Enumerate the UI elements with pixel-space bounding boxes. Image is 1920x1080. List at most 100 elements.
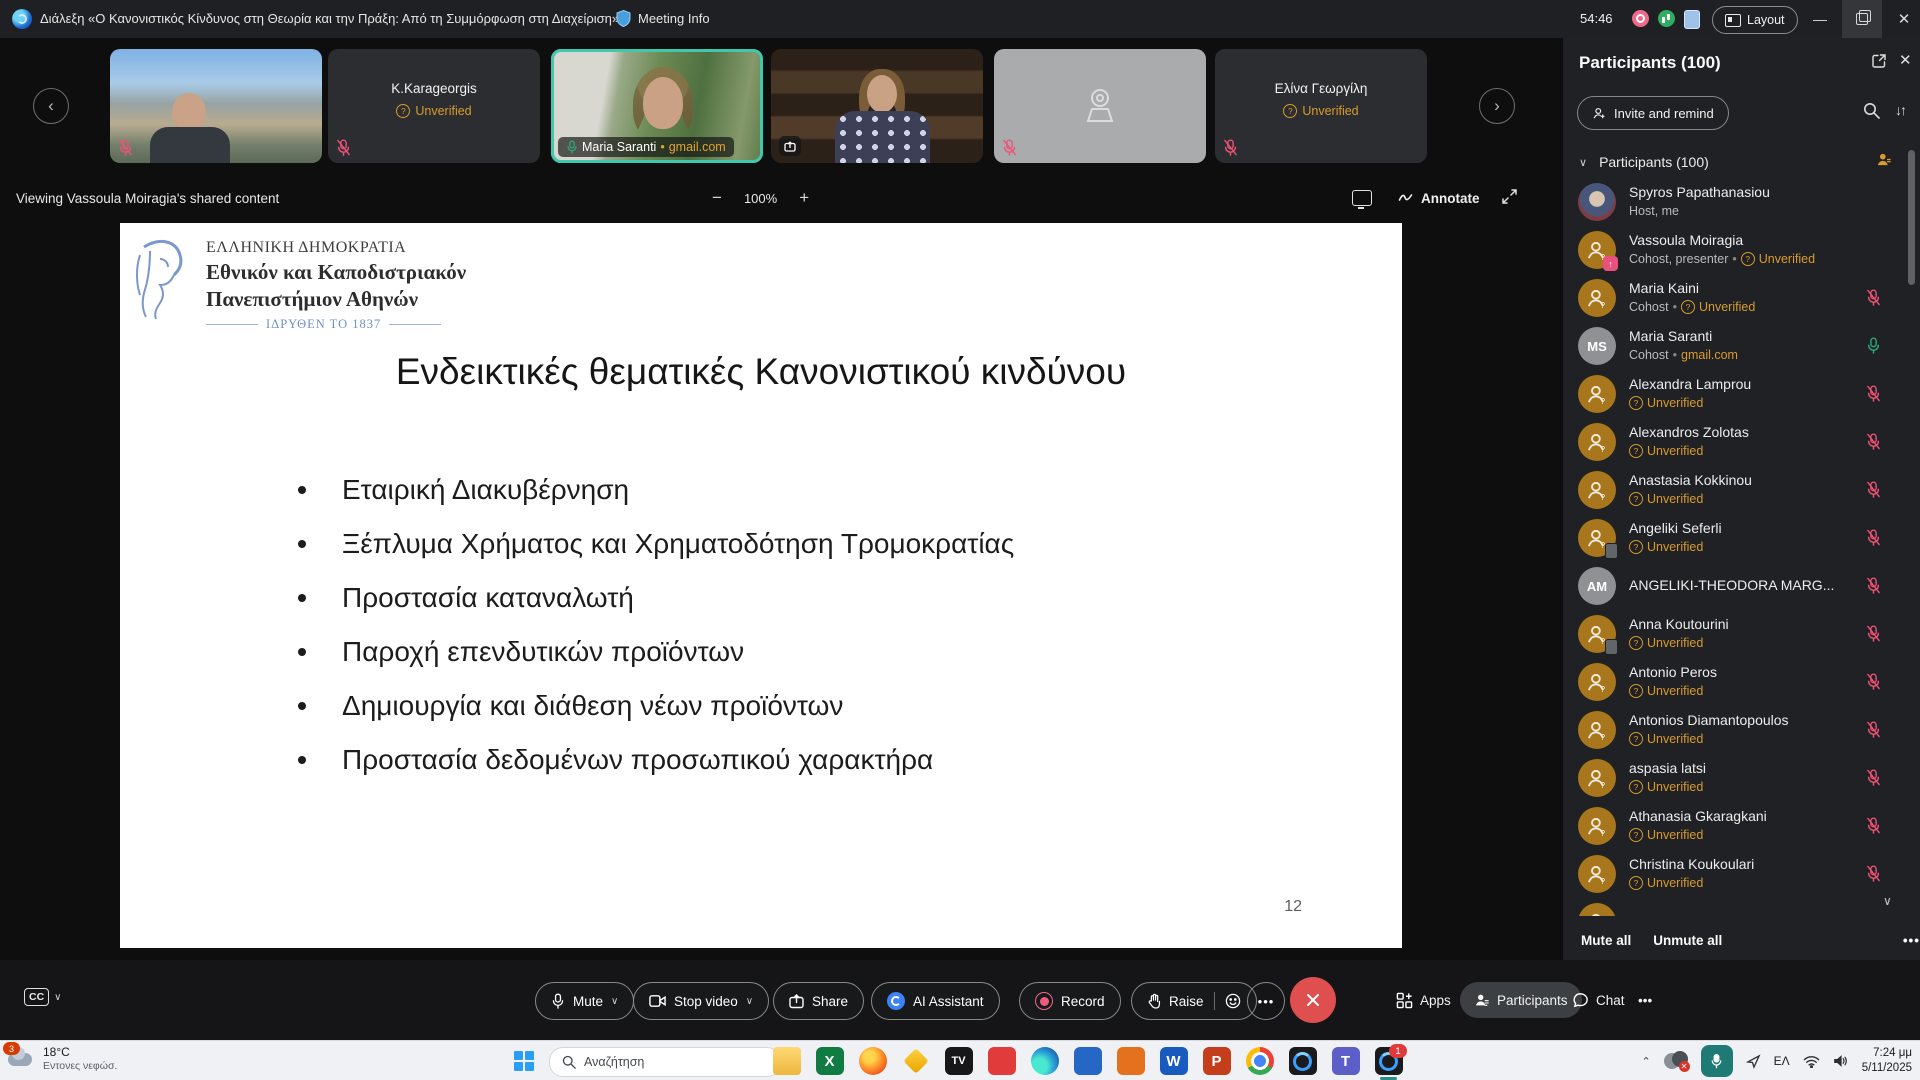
- taskbar-app-teams[interactable]: T: [1324, 1044, 1367, 1078]
- share-button[interactable]: Share: [773, 982, 864, 1020]
- participant-row[interactable]: ?↑Vassoula MoiragiaCohost, presenter•?Un…: [1563, 226, 1903, 274]
- participant-row[interactable]: ?aspasia latsi?Unverified: [1563, 754, 1903, 802]
- participant-name: Maria Kaini: [1629, 280, 1755, 296]
- video-tile-6[interactable]: Ελίνα Γεωργίλη ? Unverified: [1215, 49, 1427, 163]
- taskbar-app-tv-app[interactable]: TV: [937, 1044, 980, 1078]
- filmstrip-next-button[interactable]: ›: [1479, 88, 1515, 124]
- stop-video-button[interactable]: Stop video ∨: [633, 982, 769, 1020]
- closed-captions-button[interactable]: CC ∨: [24, 988, 62, 1006]
- video-tile-active-speaker[interactable]: Maria Saranti • gmail.com: [551, 49, 763, 163]
- taskbar-app-app-orange[interactable]: [1109, 1044, 1152, 1078]
- layout-button[interactable]: Layout: [1712, 6, 1798, 34]
- panel-scrollbar[interactable]: [1908, 150, 1915, 285]
- ai-assistant-button[interactable]: AI Assistant: [871, 982, 1000, 1020]
- participant-row[interactable]: ?Alexandros Zolotas?Unverified: [1563, 418, 1903, 466]
- participant-row[interactable]: Spyros PapathanasiouHost, me: [1563, 178, 1903, 226]
- video-tile-4[interactable]: [771, 49, 983, 163]
- attendee-privileges-icon[interactable]: [1875, 151, 1892, 168]
- search-icon[interactable]: [1863, 102, 1880, 119]
- more-options-button[interactable]: •••: [1247, 982, 1285, 1020]
- more-panels-button[interactable]: •••: [1638, 982, 1652, 1018]
- participant-row[interactable]: MSMaria SarantiCohost•gmail.com: [1563, 322, 1903, 370]
- participant-row[interactable]: ?Athanasia Gkaragkani?Unverified: [1563, 802, 1903, 850]
- unmute-all-button[interactable]: Unmute all: [1653, 933, 1722, 948]
- zoom-in-button[interactable]: +: [799, 188, 809, 208]
- chevron-down-icon[interactable]: ∨: [746, 996, 753, 1007]
- taskbar-app-chrome[interactable]: [1238, 1044, 1281, 1078]
- language-indicator[interactable]: ΕΛ: [1774, 1054, 1790, 1068]
- chat-button[interactable]: Chat: [1572, 982, 1625, 1018]
- weather-widget[interactable]: 3 18°C Εντονες νεφώσ.: [6, 1044, 117, 1072]
- apps-button[interactable]: Apps: [1396, 982, 1451, 1018]
- participant-row[interactable]: ?Anastasia Kokkinou?Unverified: [1563, 466, 1903, 514]
- participant-row[interactable]: ?Angeliki Seferli?Unverified: [1563, 514, 1903, 562]
- mic-muted-icon: [1866, 481, 1881, 498]
- slide-bullet: Δημιουργία και διάθεση νέων προϊόντων: [298, 679, 1014, 733]
- raise-hand-button[interactable]: Raise: [1131, 982, 1257, 1020]
- windows-start-button[interactable]: [512, 1049, 536, 1073]
- taskbar-search-input[interactable]: Αναζήτηση: [549, 1047, 781, 1077]
- avatar-icon: ?↑: [1578, 231, 1616, 269]
- annotate-button[interactable]: Annotate: [1398, 191, 1480, 206]
- close-panel-button[interactable]: ✕: [1899, 51, 1912, 69]
- leave-meeting-button[interactable]: [1290, 977, 1336, 1023]
- filmstrip-prev-button[interactable]: ‹: [33, 88, 69, 124]
- taskbar-app-app-red[interactable]: [980, 1044, 1023, 1078]
- chevron-down-icon[interactable]: ∨: [611, 996, 618, 1007]
- taskbar-app-powerpoint[interactable]: P: [1195, 1044, 1238, 1078]
- tray-microphone-button[interactable]: [1701, 1045, 1733, 1077]
- participant-row[interactable]: ?Antonio Peros?Unverified: [1563, 658, 1903, 706]
- weather-cloud-icon: 3: [6, 1044, 36, 1072]
- window-minimize-button[interactable]: —: [1800, 0, 1840, 38]
- video-tile-1[interactable]: [110, 49, 322, 163]
- mic-muted-icon: [1223, 139, 1238, 156]
- participants-section-header[interactable]: ∨ Participants (100): [1579, 154, 1709, 170]
- mute-all-button[interactable]: Mute all: [1581, 933, 1631, 948]
- taskbar-app-edge[interactable]: [1023, 1044, 1066, 1078]
- sort-icon[interactable]: ↓↑: [1895, 102, 1905, 118]
- taskbar-app-file-explorer[interactable]: [765, 1044, 808, 1078]
- participant-row[interactable]: ?Antonios Diamantopoulos?Unverified: [1563, 706, 1903, 754]
- mic-muted-icon: [1866, 865, 1881, 882]
- view-on-device-icon[interactable]: [1352, 190, 1372, 206]
- participant-row-partial[interactable]: ?: [1563, 898, 1903, 916]
- participant-row[interactable]: ?Anna Koutourini?Unverified: [1563, 610, 1903, 658]
- location-arrow-icon[interactable]: [1746, 1054, 1761, 1069]
- taskbar-app-webex-meeting[interactable]: 1: [1367, 1044, 1410, 1078]
- window-close-button[interactable]: ✕: [1884, 0, 1920, 38]
- meeting-info-button[interactable]: Meeting Info: [638, 11, 710, 26]
- invite-and-remind-button[interactable]: Invite and remind: [1577, 96, 1729, 130]
- volume-icon[interactable]: [1833, 1054, 1849, 1068]
- taskbar-clock[interactable]: 7:24 μμ 5/11/2025: [1862, 1046, 1912, 1076]
- mute-button[interactable]: Mute ∨: [535, 982, 634, 1020]
- zoom-level[interactable]: 100%: [744, 191, 777, 206]
- fullscreen-icon[interactable]: [1502, 189, 1517, 204]
- participants-button[interactable]: Participants: [1460, 982, 1582, 1018]
- popout-panel-icon[interactable]: [1871, 53, 1887, 69]
- reactions-smiley-icon[interactable]: [1225, 993, 1241, 1009]
- tray-expand-chevron-icon[interactable]: ⌃: [1641, 1055, 1650, 1068]
- scroll-more-chevron-icon[interactable]: ∨: [1883, 894, 1892, 908]
- logo-line1: ΕΛΛΗΝΙΚΗ ΔΗΜΟΚΡΑΤΙΑ: [206, 239, 466, 257]
- participant-row[interactable]: AMANGELIKI-THEODORA MARG...: [1563, 562, 1903, 610]
- connection-quality-icon[interactable]: [1658, 10, 1675, 27]
- taskbar-app-excel[interactable]: X: [808, 1044, 851, 1078]
- wifi-icon[interactable]: [1803, 1055, 1820, 1068]
- participant-row[interactable]: ?Alexandra Lamprou?Unverified: [1563, 370, 1903, 418]
- notes-icon[interactable]: [1684, 10, 1700, 29]
- window-restore-button[interactable]: [1842, 0, 1882, 38]
- participant-row[interactable]: ?Maria KainiCohost•?Unverified: [1563, 274, 1903, 322]
- taskbar-app-word[interactable]: W: [1152, 1044, 1195, 1078]
- footer-more-options-button[interactable]: •••: [1903, 933, 1920, 948]
- video-tile-2[interactable]: K.Karageorgis ? Unverified: [328, 49, 540, 163]
- participant-row[interactable]: ?Christina Koukoulari?Unverified: [1563, 850, 1903, 898]
- tray-hidden-icons[interactable]: ✕: [1664, 1050, 1688, 1072]
- zoom-out-button[interactable]: −: [712, 188, 722, 208]
- taskbar-app-webex[interactable]: [1281, 1044, 1324, 1078]
- taskbar-app-firefox[interactable]: [851, 1044, 894, 1078]
- taskbar-app-app-yellow[interactable]: [894, 1044, 937, 1078]
- recording-indicator-icon[interactable]: [1632, 10, 1649, 27]
- video-tile-camera-off[interactable]: [994, 49, 1206, 163]
- taskbar-app-app-blue[interactable]: [1066, 1044, 1109, 1078]
- record-button[interactable]: Record: [1019, 982, 1121, 1020]
